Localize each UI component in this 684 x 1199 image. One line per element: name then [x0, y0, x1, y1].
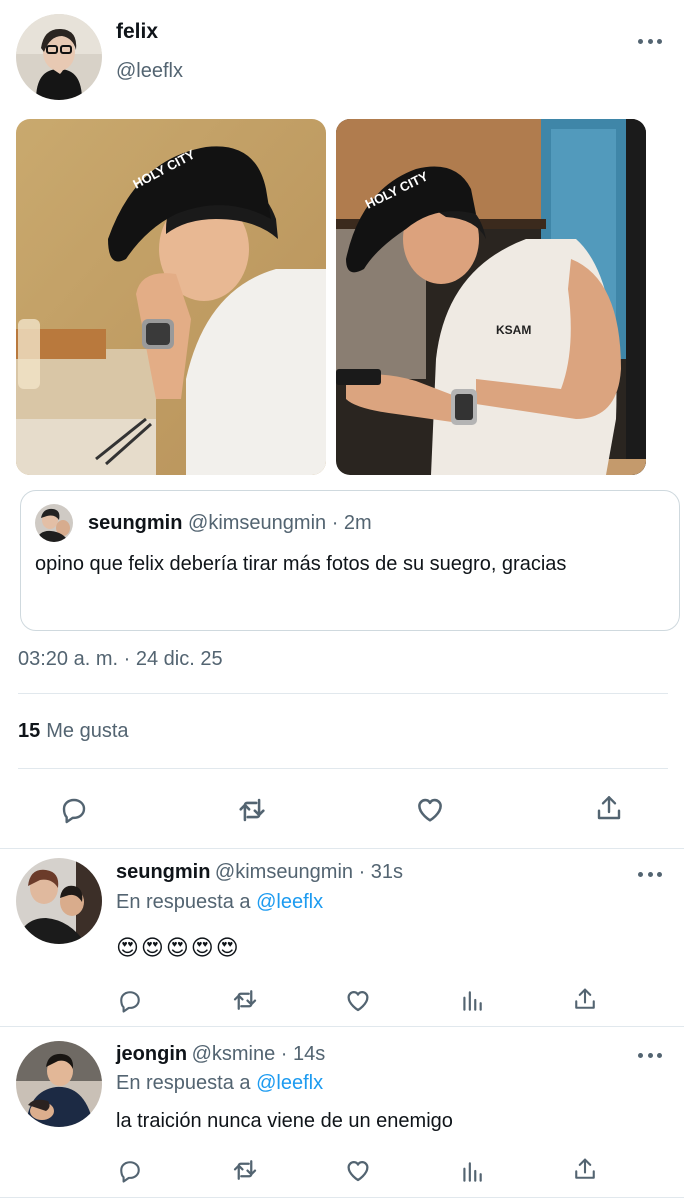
share-button[interactable]	[589, 788, 629, 828]
likes-number: 15	[18, 720, 41, 742]
more-icon[interactable]	[638, 870, 662, 878]
heart-icon	[418, 798, 442, 822]
reply-prefix: En respuesta a	[116, 891, 251, 913]
tweet-photo-2[interactable]: KSAM HOLY CITY	[336, 119, 646, 475]
retweet-icon	[239, 798, 265, 822]
heart-icon	[347, 1161, 369, 1182]
retweet-icon	[233, 990, 257, 1010]
share-icon	[575, 1158, 595, 1179]
reply-mention-link[interactable]: @leeflx	[256, 1072, 323, 1094]
like-button[interactable]	[410, 789, 450, 829]
reply-prefix: En respuesta a	[116, 1072, 251, 1094]
reply-text: 😍😍😍😍😍	[116, 935, 241, 960]
reply-context: En respuesta a @leeflx	[116, 891, 323, 914]
reply-handle-time[interactable]: @kimseungmin · 31s	[215, 861, 403, 883]
tweet-photo-1[interactable]: HOLY CITY	[16, 119, 326, 475]
like-button[interactable]	[340, 1152, 376, 1188]
tweet-timestamp[interactable]: 03:20 a. m. · 24 dic. 25	[18, 648, 223, 671]
quote-avatar[interactable]	[35, 504, 73, 542]
reply-button[interactable]	[54, 790, 94, 830]
share-icon	[597, 796, 621, 820]
likes-label: Me gusta	[46, 720, 129, 742]
share-button[interactable]	[567, 981, 603, 1017]
reply-button[interactable]	[112, 983, 148, 1019]
reply-icon	[120, 991, 140, 1013]
divider	[18, 693, 668, 694]
author-avatar[interactable]	[16, 14, 102, 100]
divider	[0, 1197, 684, 1198]
divider	[18, 768, 668, 769]
more-icon[interactable]	[638, 1051, 662, 1059]
share-icon	[575, 988, 595, 1009]
quote-author-name[interactable]: seungmin	[88, 512, 182, 534]
views-icon	[463, 1162, 482, 1182]
views-button[interactable]	[454, 1154, 490, 1190]
shirt-text: KSAM	[496, 323, 531, 337]
reply-context: En respuesta a @leeflx	[116, 1072, 323, 1095]
reply-avatar[interactable]	[16, 1041, 102, 1127]
divider	[0, 848, 684, 849]
more-icon[interactable]	[638, 37, 662, 45]
quote-handle-time[interactable]: @kimseungmin · 2m	[188, 512, 372, 534]
quote-text: opino que felix debería tirar más fotos …	[35, 553, 567, 575]
reply-button[interactable]	[112, 1153, 148, 1189]
heart-icon	[347, 991, 369, 1012]
author-handle[interactable]: @leeflx	[116, 60, 183, 83]
reply-author-name[interactable]: jeongin	[116, 1043, 187, 1065]
divider	[0, 1026, 684, 1027]
retweet-button[interactable]	[232, 790, 272, 830]
retweet-button[interactable]	[227, 1152, 263, 1188]
like-button[interactable]	[340, 982, 376, 1018]
reply-mention-link[interactable]: @leeflx	[256, 891, 323, 913]
reply-text: la traición nunca viene de un enemigo	[116, 1110, 453, 1132]
share-button[interactable]	[567, 1151, 603, 1187]
reply-handle-time[interactable]: @ksmine · 14s	[192, 1043, 326, 1065]
reply-icon	[62, 798, 86, 824]
likes-count[interactable]: 15 Me gusta	[18, 720, 129, 743]
author-name[interactable]: felix	[116, 20, 158, 44]
reply-author-name[interactable]: seungmin	[116, 861, 210, 883]
views-icon	[463, 991, 482, 1011]
retweet-button[interactable]	[227, 982, 263, 1018]
reply-avatar[interactable]	[16, 858, 102, 944]
reply-icon	[120, 1161, 140, 1183]
retweet-icon	[233, 1160, 257, 1180]
views-button[interactable]	[454, 983, 490, 1019]
